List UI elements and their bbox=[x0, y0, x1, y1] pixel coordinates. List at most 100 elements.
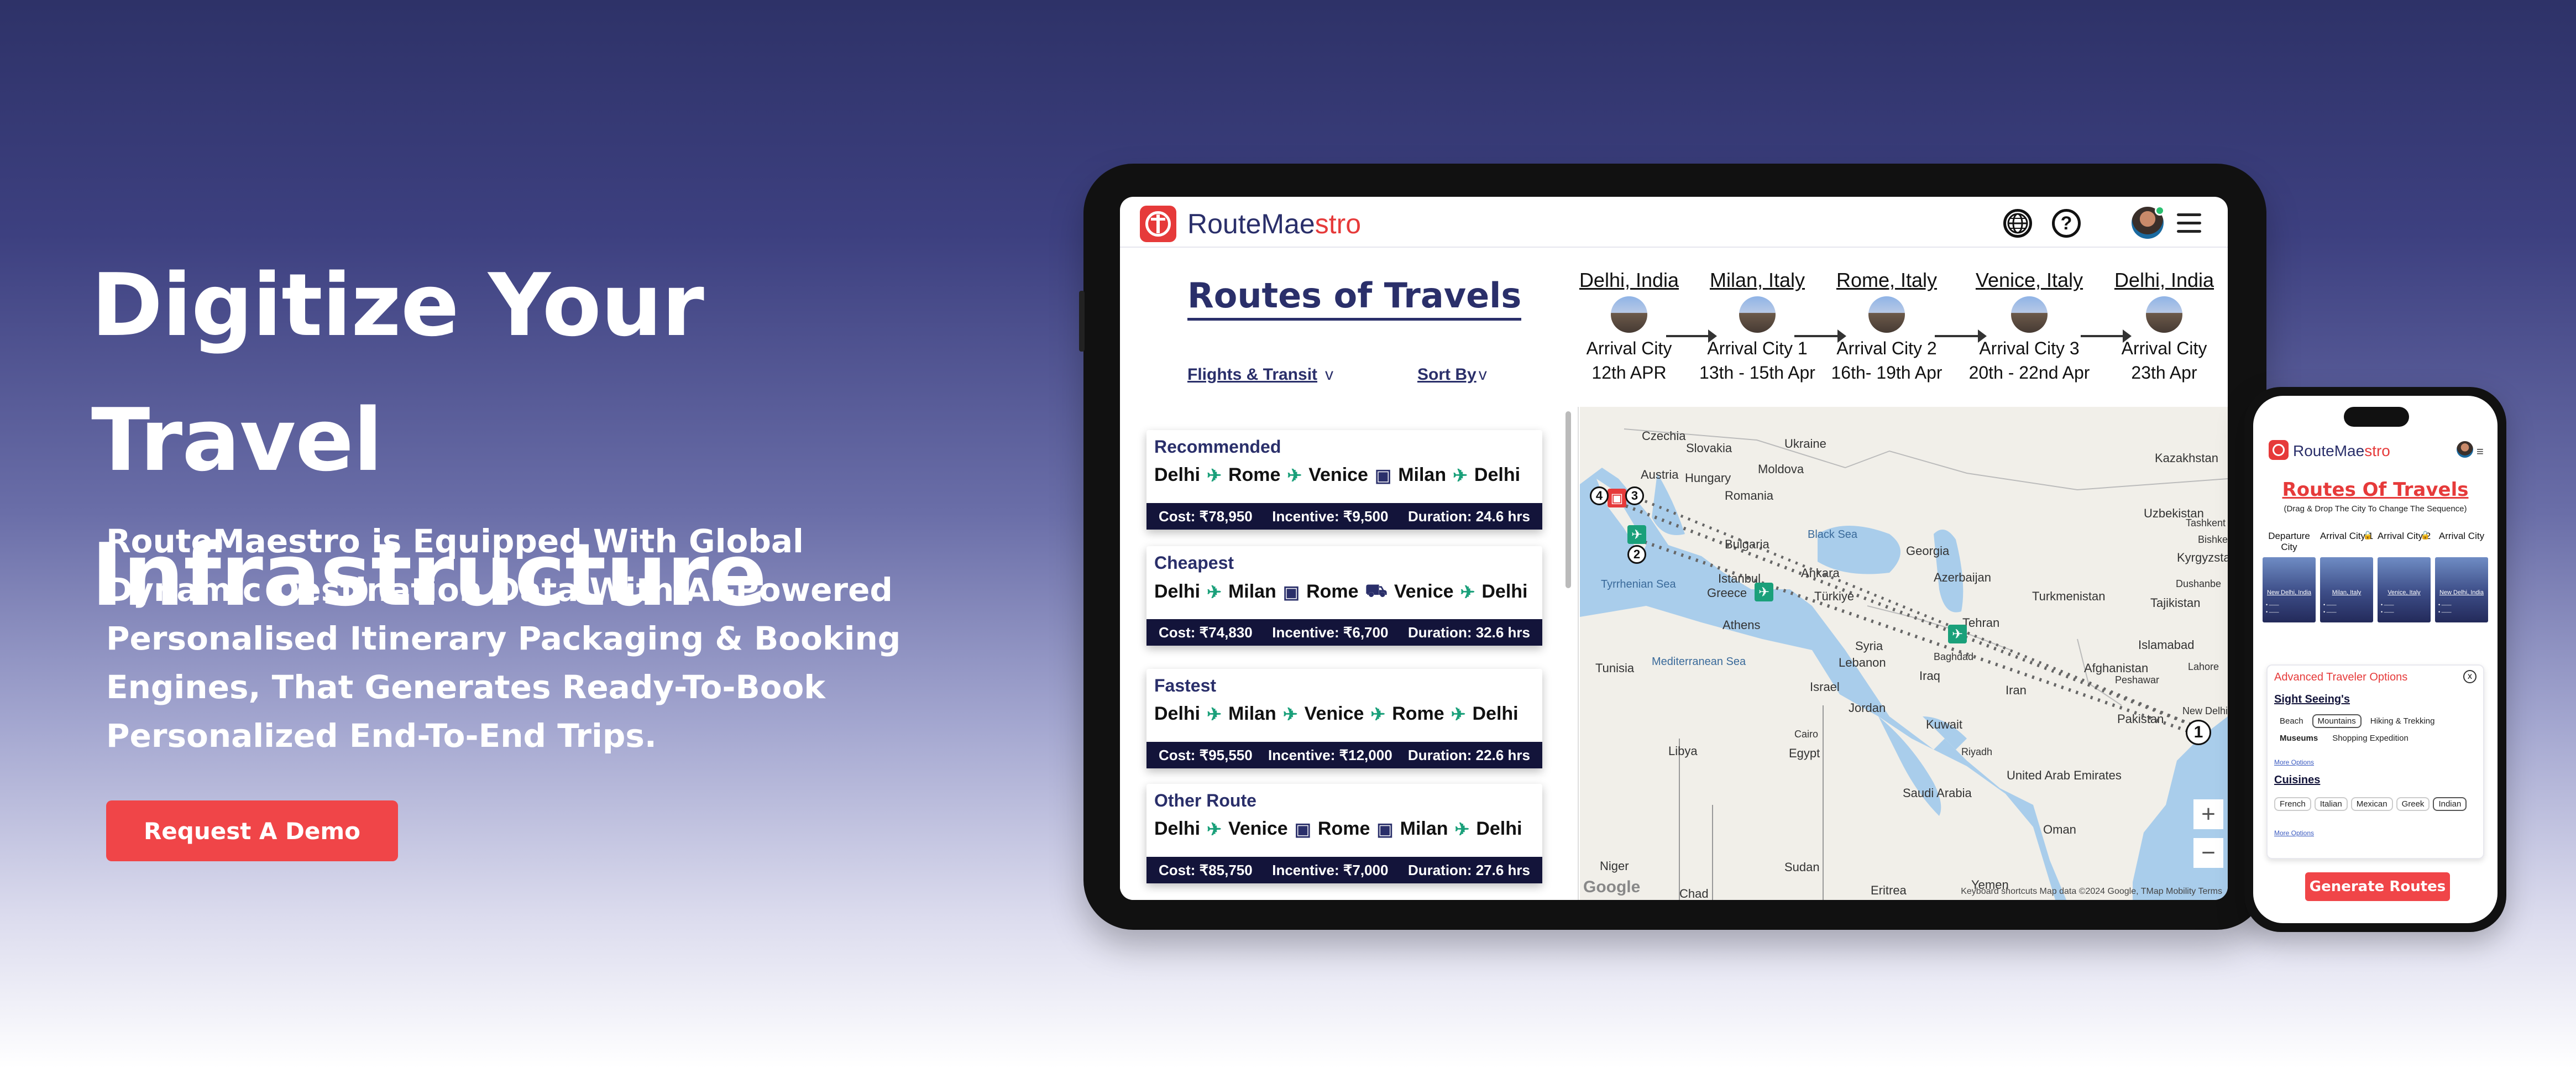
route-card[interactable]: Other Route Delhi ✈ Venice ▣ Rome ▣ Milan ✈ Delhi… bbox=[1146, 784, 1542, 883]
chip-beach[interactable]: Beach bbox=[2274, 714, 2309, 728]
route-cost: Cost: ₹78,950 bbox=[1159, 507, 1253, 525]
route-marker-3[interactable]: 3 bbox=[1625, 486, 1644, 505]
sort-by-filter[interactable]: Sort By v bbox=[1417, 365, 1487, 384]
flight-icon: ✈ bbox=[1282, 704, 1298, 724]
route-duration: Duration: 27.6 hrs bbox=[1407, 861, 1530, 878]
lock-icon[interactable]: 🔓 bbox=[2363, 531, 2373, 540]
chip-greek[interactable]: Greek bbox=[2396, 797, 2430, 811]
route-city: Delhi bbox=[1476, 818, 1522, 839]
help-icon[interactable]: ? bbox=[2052, 209, 2081, 238]
route-list[interactable]: Recommended Delhi ✈ Rome ✈ Venice ▣ Milan ✈ Delhi… bbox=[1120, 407, 1579, 900]
route-card[interactable]: Cheapest Delhi ✈ Milan ▣ Rome ⛟ Venice ✈ Delhi Cos… bbox=[1146, 546, 1542, 646]
route-city: Milan bbox=[1228, 703, 1276, 724]
route-city: Delhi bbox=[1154, 581, 1201, 602]
more-options-link[interactable]: More Options bbox=[2274, 829, 2314, 837]
map-footer[interactable]: Keyboard shortcuts Map data ©2024 Google… bbox=[1961, 887, 2222, 897]
map-label: Cairo bbox=[1794, 729, 1819, 740]
hero-title-line1: Digitize Your bbox=[91, 255, 704, 355]
more-options-link[interactable]: More Options bbox=[2274, 758, 2314, 766]
train-icon: ▣ bbox=[1374, 465, 1392, 485]
scrollbar[interactable] bbox=[1566, 411, 1571, 588]
zoom-out-button[interactable]: − bbox=[2193, 838, 2223, 868]
chip-museums[interactable]: Museums bbox=[2274, 731, 2323, 745]
flight-marker-icon[interactable]: ✈ bbox=[1755, 583, 1773, 601]
city-card[interactable]: Departure City New Delhi, India • —— • —— bbox=[2260, 531, 2318, 622]
lock-icon[interactable]: 🔓 bbox=[2421, 531, 2430, 540]
route-duration: Duration: 24.6 hrs bbox=[1407, 507, 1530, 525]
map-label: Libya bbox=[1668, 744, 1698, 758]
panel-title: Advanced Traveler Options bbox=[2274, 671, 2408, 683]
map-label: Iraq bbox=[1919, 669, 1940, 683]
flight-icon: ✈ bbox=[1454, 819, 1470, 839]
request-demo-button[interactable]: Request A Demo bbox=[106, 800, 398, 861]
map-label: Oman bbox=[2043, 823, 2076, 836]
globe-icon[interactable] bbox=[2003, 209, 2032, 238]
menu-icon[interactable] bbox=[2177, 213, 2201, 238]
chip-mountains[interactable]: Mountains bbox=[2312, 714, 2362, 728]
map-label: Lebanon bbox=[1839, 656, 1886, 669]
route-marker-1[interactable]: 1 bbox=[2186, 720, 2211, 745]
chip-hiking[interactable]: Hiking & Trekking bbox=[2365, 714, 2441, 728]
route-marker-4[interactable]: 4 bbox=[1590, 486, 1609, 505]
map-label: Tashkent bbox=[2186, 517, 2226, 528]
close-icon[interactable]: x bbox=[2463, 670, 2476, 683]
cuisine-chips: French Italian Mexican Greek Indian bbox=[2274, 797, 2479, 811]
avatar[interactable] bbox=[2457, 441, 2473, 458]
map-label: Greece bbox=[1707, 586, 1747, 600]
city-thumbnail bbox=[1739, 296, 1776, 333]
flights-transit-filter[interactable]: Flights & Transit v bbox=[1187, 365, 1333, 384]
flight-marker-icon[interactable]: ✈ bbox=[1948, 625, 1967, 643]
route-city: Rome bbox=[1306, 581, 1359, 602]
map-label: Dushanbe bbox=[2176, 578, 2222, 589]
route-map[interactable]: Czechia Slovakia Ukraine Kazakhstan Aust… bbox=[1580, 407, 2228, 900]
stop-item[interactable]: Milan, Italy Arrival City 1 13th - 15th Ap… bbox=[1694, 269, 1821, 385]
train-icon: ▣ bbox=[1282, 582, 1300, 602]
chip-shopping[interactable]: Shopping Expedition bbox=[2327, 731, 2414, 745]
map-label: Moldova bbox=[1758, 462, 1804, 476]
map-label: Tyrrhenian Sea bbox=[1601, 578, 1676, 590]
route-card[interactable]: Fastest Delhi ✈ Milan ✈ Venice ✈ Rome ✈ Delhi Cost… bbox=[1146, 669, 1542, 768]
route-marker-2[interactable]: 2 bbox=[1627, 545, 1646, 564]
city-card[interactable]: 🔓 Arrival City 1 Milan, Italy • —— • —— bbox=[2317, 531, 2376, 622]
route-city: Delhi bbox=[1472, 703, 1519, 724]
route-city: Rome bbox=[1392, 703, 1444, 724]
chip-indian[interactable]: Indian bbox=[2433, 797, 2467, 811]
route-card[interactable]: Recommended Delhi ✈ Rome ✈ Venice ▣ Milan ✈ Delhi… bbox=[1146, 430, 1542, 530]
route-city: Milan bbox=[1228, 581, 1276, 602]
stop-item[interactable]: Delhi, India Arrival City 23th Apr bbox=[2101, 269, 2228, 385]
app-header: RouteMaestro ? bbox=[1120, 197, 2228, 248]
route-stats: Cost: ₹78,950 Incentive: ₹9,500 Duration: … bbox=[1146, 503, 1542, 530]
menu-icon[interactable]: ≡ bbox=[2476, 444, 2484, 459]
flight-icon: ✈ bbox=[1207, 465, 1222, 485]
city-card[interactable]: 🔓 Arrival City 2 Venice, Italy • —— • —— bbox=[2375, 531, 2433, 622]
train-marker-icon[interactable]: ▣ bbox=[1608, 489, 1626, 507]
route-cost: Cost: ₹95,550 bbox=[1159, 746, 1253, 763]
map-label: Baghdad bbox=[1934, 651, 1974, 662]
chip-mexican[interactable]: Mexican bbox=[2350, 797, 2393, 811]
stop-item[interactable]: Rome, Italy Arrival City 2 16th- 19th Apr bbox=[1823, 269, 1950, 385]
map-label: Tunisia bbox=[1595, 661, 1635, 675]
train-icon: ▣ bbox=[1294, 819, 1311, 839]
chip-french[interactable]: French bbox=[2274, 797, 2311, 811]
tablet-screen: RouteMaestro ? Routes of Travels Flights… bbox=[1120, 197, 2228, 900]
page-title: Routes Of Travels bbox=[2282, 479, 2469, 501]
chevron-down-icon: v bbox=[1478, 365, 1487, 384]
zoom-in-button[interactable]: + bbox=[2193, 799, 2223, 829]
flight-icon: ✈ bbox=[1460, 582, 1475, 602]
city-card[interactable]: Arrival City New Delhi, India • —— • —— bbox=[2432, 531, 2491, 622]
avatar[interactable] bbox=[2132, 206, 2165, 239]
flight-marker-icon[interactable]: ✈ bbox=[1627, 525, 1646, 544]
generate-routes-button[interactable]: Generate Routes bbox=[2305, 872, 2450, 901]
routemaestro-logo-icon[interactable] bbox=[1140, 206, 1176, 242]
map-label: Athens bbox=[1722, 618, 1761, 632]
stop-item[interactable]: Delhi, India Arrival City 12th APR bbox=[1566, 269, 1693, 385]
routemaestro-logo-icon[interactable] bbox=[2269, 440, 2289, 460]
stop-item[interactable]: Venice, Italy Arrival City 3 20th - 22nd A… bbox=[1966, 269, 2093, 385]
city-thumbnail bbox=[1611, 296, 1647, 333]
chip-italian[interactable]: Italian bbox=[2314, 797, 2348, 811]
route-name: Other Route bbox=[1154, 790, 1256, 810]
chevron-down-icon: v bbox=[1325, 365, 1334, 384]
flight-icon: ✈ bbox=[1453, 465, 1468, 485]
advanced-options-panel: Advanced Traveler Options x Sight Seeing… bbox=[2266, 664, 2484, 859]
route-incentive: Incentive: ₹12,000 bbox=[1268, 746, 1392, 763]
